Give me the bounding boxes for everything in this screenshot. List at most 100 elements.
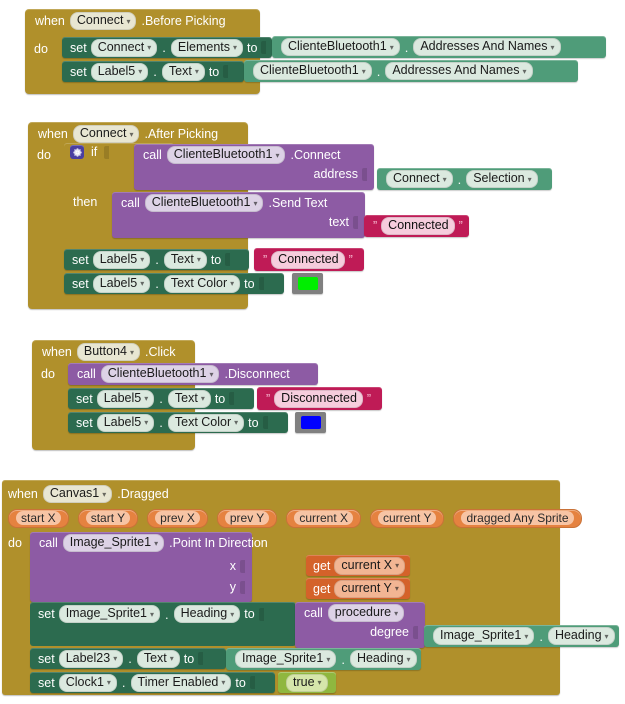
to-keyword: to	[244, 276, 255, 291]
call-block-clientebluetooth1-connect[interactable]: call ClienteBluetooth1 ▾ .Connect address	[134, 144, 374, 190]
getter-block-image-sprite1-heading-2[interactable]: Image_Sprite1 ▾ . Heading ▾	[226, 648, 421, 670]
call-block-clientebluetooth1-send-text[interactable]: call ClienteBluetooth1 ▾ .Send Text text	[112, 192, 365, 238]
setter-block-label5-text-disconnected[interactable]: set Label5 ▾ . Text ▾ to	[68, 388, 254, 409]
setter-property-dropdown[interactable]: Timer Enabled ▾	[130, 673, 232, 692]
get-block-current-y[interactable]: get current Y ▾	[306, 578, 410, 599]
chevron-down-icon: ▾	[102, 489, 107, 499]
call-component-dropdown[interactable]: Image_Sprite1 ▾	[62, 534, 165, 552]
setter-heading-row: set Image_Sprite1 ▾ . Heading ▾ to	[38, 605, 264, 623]
text-value-field[interactable]: Connected	[381, 217, 455, 235]
call-method-name: .Connect	[290, 148, 341, 162]
set-keyword: set	[70, 40, 87, 55]
color-block-blue[interactable]	[295, 412, 326, 433]
chevron-down-icon: ▾	[527, 174, 532, 184]
to-keyword: to	[208, 64, 220, 79]
setter-block-label5-text[interactable]: set Label5 ▾ . Text ▾ to	[62, 61, 244, 82]
component-dropdown-connect[interactable]: Connect ▾	[69, 12, 137, 30]
value-socket	[223, 65, 229, 78]
arg-socket	[362, 167, 367, 181]
getter-property-dropdown[interactable]: Addresses And Names ▾	[413, 38, 561, 56]
text-value-field[interactable]: Disconnected	[274, 389, 363, 408]
setter-block-label5-textcolor-green[interactable]: set Label5 ▾ . Text Color ▾ to	[64, 273, 284, 294]
logic-block-true[interactable]: true ▾	[278, 672, 336, 693]
procedure-dropdown[interactable]: procedure ▾	[327, 604, 405, 622]
when-keyword: when	[42, 345, 72, 359]
setter-property-dropdown[interactable]: Text ▾	[163, 250, 207, 269]
call-block-image-sprite1-point-in-direction[interactable]: call Image_Sprite1 ▾ .Point In Direction …	[30, 532, 268, 602]
setter-block-label5-text-connected[interactable]: set Label5 ▾ . Text ▾ to	[64, 249, 249, 270]
getter-component-dropdown[interactable]: ClienteBluetooth1 ▾	[281, 38, 400, 56]
setter-property-dropdown[interactable]: Heading ▾	[173, 605, 241, 623]
setter-target-dropdown[interactable]: Label5 ▾	[92, 274, 151, 293]
getter-property-dropdown[interactable]: Heading ▾	[547, 627, 615, 645]
setter-target-dropdown[interactable]: Label23 ▾	[58, 649, 124, 668]
set-keyword: set	[72, 276, 89, 291]
param-start-y[interactable]: start Y	[77, 509, 139, 528]
variable-dropdown-current-y[interactable]: current Y ▾	[334, 579, 405, 598]
chevron-down-icon: ▾	[406, 654, 411, 664]
call-arg-text: text	[112, 214, 365, 231]
chevron-down-icon: ▾	[275, 150, 280, 160]
mutator-gear-icon[interactable]	[70, 145, 84, 159]
text-literal-connected[interactable]: ” Connected ”	[364, 215, 469, 237]
component-dropdown-connect[interactable]: Connect ▾	[72, 125, 140, 143]
getter-block-clientebluetooth1-addresses-2[interactable]: ClienteBluetooth1 ▾ . Addresses And Names…	[244, 60, 578, 82]
param-start-x[interactable]: start X	[8, 509, 69, 528]
setter-block-connect-elements[interactable]: set Connect ▾ . Elements ▾ to	[62, 37, 272, 58]
text-literal-connected-2[interactable]: ” Connected ”	[254, 248, 364, 271]
variable-dropdown-current-x[interactable]: current X ▾	[334, 556, 406, 575]
getter-property-dropdown[interactable]: Heading ▾	[349, 650, 417, 668]
text-literal-disconnected[interactable]: ” Disconnected ”	[257, 387, 382, 410]
getter-block-clientebluetooth1-addresses[interactable]: ClienteBluetooth1 ▾ . Addresses And Names…	[272, 36, 606, 58]
setter-block-label23-text[interactable]: set Label23 ▾ . Text ▾ to	[30, 648, 226, 669]
setter-target-dropdown[interactable]: Clock1 ▾	[58, 673, 117, 692]
setter-property-dropdown[interactable]: Text Color ▾	[167, 413, 245, 432]
setter-property-dropdown[interactable]: Elements ▾	[170, 38, 244, 57]
call-component-dropdown[interactable]: ClienteBluetooth1 ▾	[166, 146, 286, 164]
getter-component-dropdown[interactable]: Connect ▾	[386, 170, 453, 188]
setter-block-clock1-timer-enabled[interactable]: set Clock1 ▾ . Timer Enabled ▾ to	[30, 672, 275, 693]
getter-property-dropdown[interactable]: Addresses And Names ▾	[385, 62, 533, 80]
call-keyword: call	[39, 536, 58, 550]
event-header: when Connect ▾ .After Picking	[28, 122, 248, 145]
call-component-dropdown[interactable]: ClienteBluetooth1 ▾	[100, 365, 220, 383]
color-block-green[interactable]	[292, 273, 323, 294]
setter-block-label5-textcolor-blue[interactable]: set Label5 ▾ . Text Color ▾ to	[68, 412, 288, 433]
setter-target-dropdown[interactable]: Label5 ▾	[90, 62, 149, 81]
setter-target-dropdown[interactable]: Label5 ▾	[96, 413, 155, 432]
open-quote-icon: ”	[263, 252, 268, 267]
setter-property-dropdown[interactable]: Text ▾	[161, 62, 205, 81]
param-prev-x[interactable]: prev X	[147, 509, 208, 528]
event-name: .After Picking	[144, 127, 219, 141]
chevron-down-icon: ▾	[169, 654, 174, 663]
component-dropdown-button4[interactable]: Button4 ▾	[76, 343, 140, 361]
get-block-current-x[interactable]: get current X ▾	[306, 555, 410, 576]
setter-property-dropdown[interactable]: Text ▾	[136, 649, 180, 668]
param-current-x[interactable]: current X	[286, 509, 361, 528]
setter-target-dropdown[interactable]: Image_Sprite1 ▾	[58, 605, 161, 623]
setter-property-dropdown[interactable]: Text ▾	[167, 389, 211, 408]
param-prev-y[interactable]: prev Y	[216, 509, 278, 528]
setter-property-dropdown[interactable]: Text Color ▾	[163, 274, 241, 293]
call-block-procedure[interactable]: call procedure ▾ degree	[295, 602, 425, 648]
setter-target-dropdown[interactable]: Connect ▾	[90, 38, 158, 57]
getter-component-dropdown[interactable]: Image_Sprite1 ▾	[433, 627, 535, 645]
when-keyword: when	[8, 487, 38, 501]
setter-target-dropdown[interactable]: Label5 ▾	[92, 250, 151, 269]
call-component-dropdown[interactable]: ClienteBluetooth1 ▾	[144, 194, 264, 212]
param-current-y[interactable]: current Y	[370, 509, 445, 528]
getter-block-image-sprite1-heading[interactable]: Image_Sprite1 ▾ . Heading ▾	[424, 625, 619, 647]
getter-block-connect-selection[interactable]: Connect ▾ . Selection ▾	[377, 168, 552, 190]
if-row: if	[70, 145, 110, 159]
logic-value-dropdown[interactable]: true ▾	[286, 673, 328, 692]
component-dropdown-canvas1[interactable]: Canvas1 ▾	[42, 485, 113, 503]
call-block-clientebluetooth1-disconnect[interactable]: call ClienteBluetooth1 ▾ .Disconnect	[68, 363, 318, 385]
setter-target-dropdown[interactable]: Label5 ▾	[96, 389, 155, 408]
to-keyword: to	[248, 415, 259, 430]
getter-component-dropdown[interactable]: Image_Sprite1 ▾	[235, 650, 337, 668]
param-dragged-any-sprite[interactable]: dragged Any Sprite	[453, 509, 582, 528]
close-quote-icon: ”	[458, 219, 463, 233]
getter-property-dropdown[interactable]: Selection ▾	[466, 170, 538, 188]
text-value-field[interactable]: Connected	[271, 250, 345, 269]
getter-component-dropdown[interactable]: ClienteBluetooth1 ▾	[253, 62, 372, 80]
